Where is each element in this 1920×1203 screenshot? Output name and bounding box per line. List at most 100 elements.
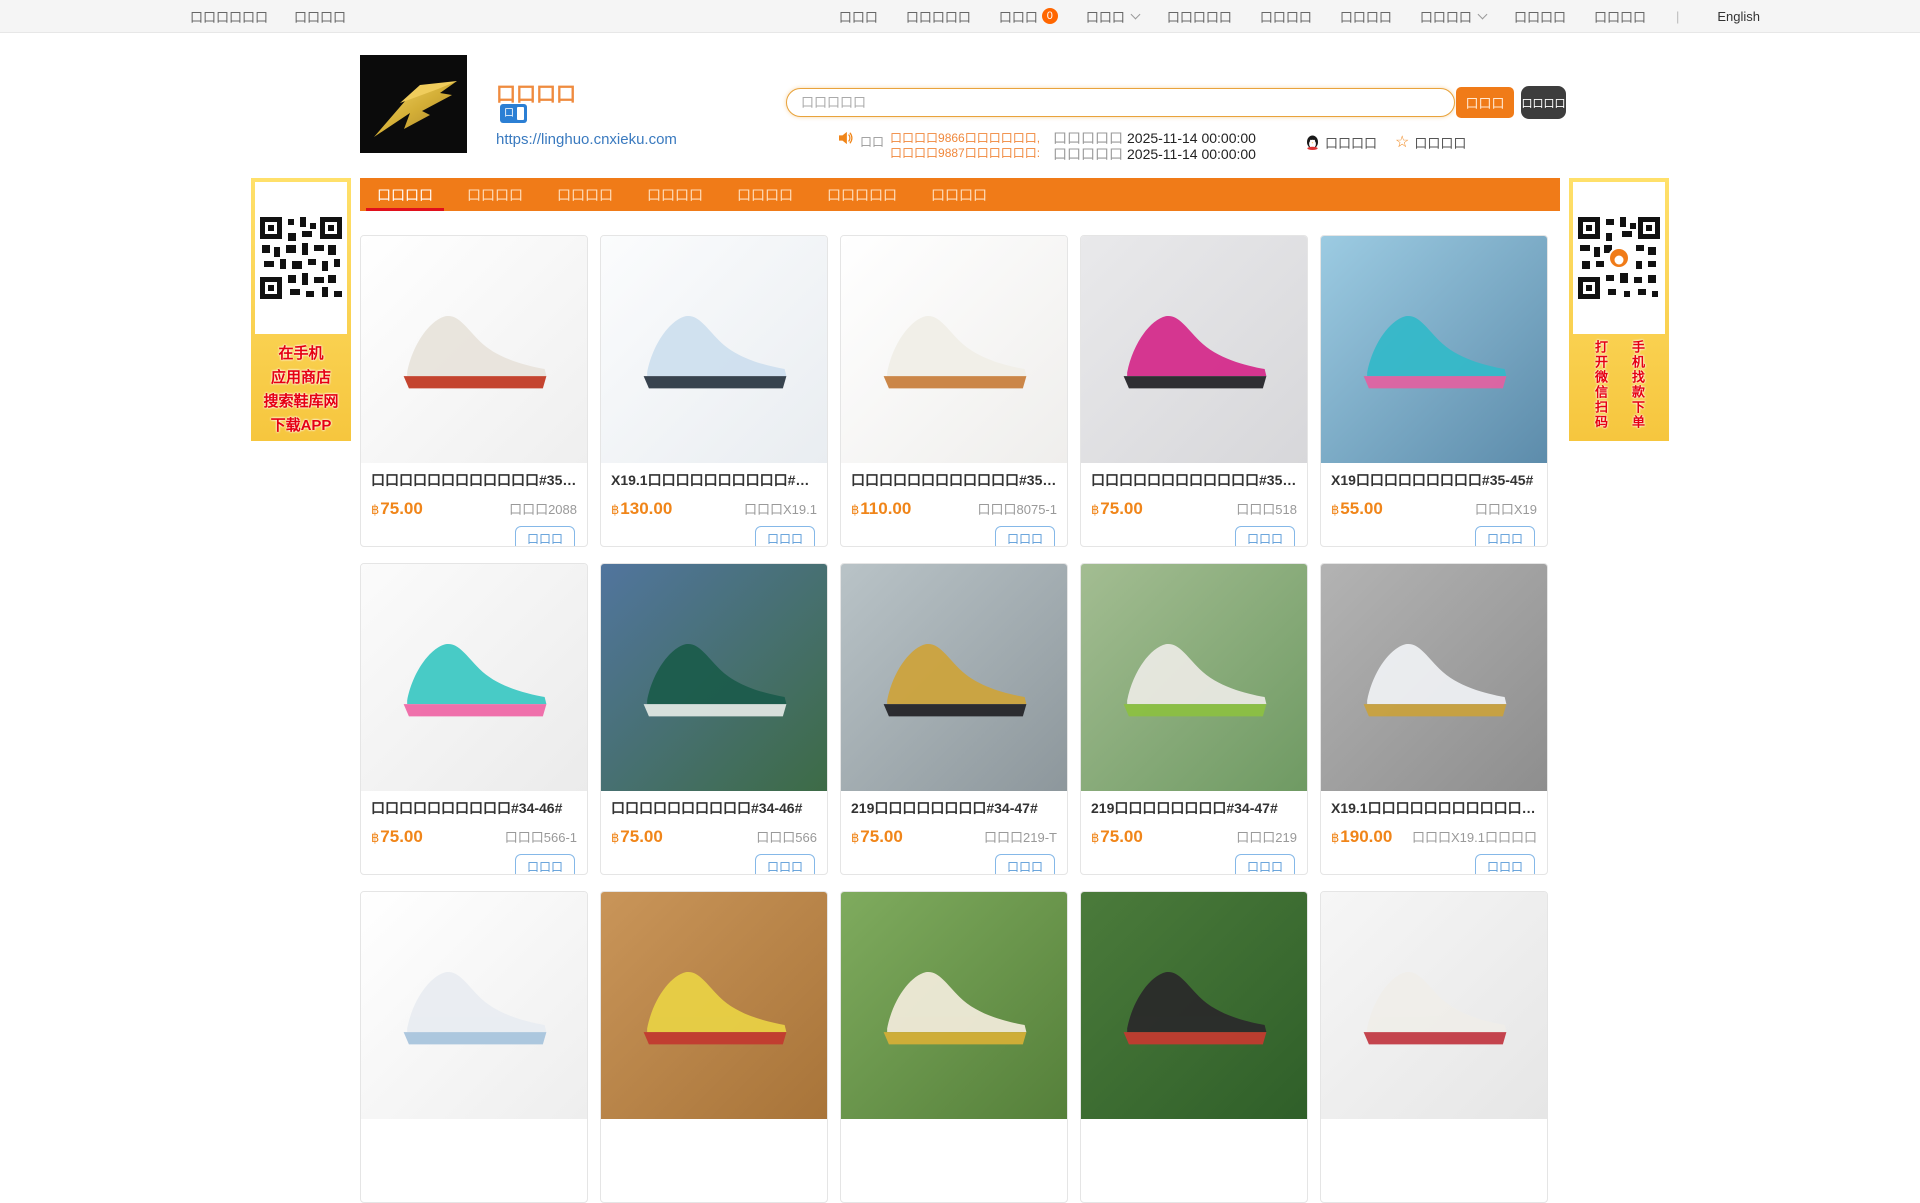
product-card[interactable]: 口口口口口口口口口口口口#35-45# ฿110.00 口口口8075-1 口口… (840, 235, 1068, 547)
product-card[interactable]: X19.1口口口口口口口口口口#34-45# ฿130.00 口口口X19.1 … (600, 235, 828, 547)
product-image[interactable] (1321, 564, 1547, 791)
product-title[interactable]: X19.1口口口口口口口口口口口口口口#口口35-45# #口口… (1331, 798, 1537, 818)
add-to-cart-button[interactable]: 口口口 (515, 526, 575, 547)
product-image[interactable] (1081, 236, 1307, 463)
product-card[interactable] (360, 891, 588, 1203)
price-amount: 75.00 (1100, 499, 1143, 518)
topnav-item[interactable]: 口口口口 (1594, 7, 1646, 26)
product-card[interactable]: 口口口口口口口口口口口口#35-46# ฿75.00 口口口2088 口口口 (360, 235, 588, 547)
product-price (371, 1135, 372, 1155)
nav-tab[interactable]: 口口口口 (720, 178, 810, 211)
topbar-left-links: 口口口口口口 口口口口 (190, 7, 346, 26)
add-to-cart-button[interactable]: 口口口 (755, 526, 815, 547)
price-amount: 110.00 (860, 499, 911, 518)
chevron-down-icon (1130, 10, 1140, 20)
language-switch-english[interactable]: English (1717, 9, 1760, 24)
shoe-illustration (866, 623, 1042, 732)
topnav-item[interactable]: 口口口口 (1514, 7, 1566, 26)
site-url-link[interactable]: https://linghuo.cnxieku.com (496, 131, 677, 148)
topnav-item[interactable]: 口口口口口口 (190, 7, 268, 26)
currency-symbol: ฿ (611, 502, 619, 517)
add-to-cart-button[interactable]: 口口口 (995, 526, 1055, 547)
product-card[interactable]: 口口口口口口口口口口#34-46# ฿75.00 口口口566-1 口口口 (360, 563, 588, 875)
product-price (611, 1135, 612, 1155)
search-button[interactable]: 口口口 (1456, 87, 1514, 118)
nav-tab[interactable]: 口口口口 (450, 178, 540, 211)
topnav-item[interactable]: 口口口 (1086, 7, 1139, 26)
search-input[interactable] (786, 88, 1455, 117)
topnav-label: 口口口口口口 (190, 7, 268, 26)
add-to-cart-button[interactable]: 口口口 (755, 854, 815, 875)
product-image[interactable] (841, 892, 1067, 1119)
site-logo[interactable] (360, 55, 467, 153)
add-to-cart-button[interactable]: 口口口 (995, 854, 1055, 875)
product-info: 口口口口口口口口口口口口#35-45# ฿110.00 口口口8075-1 口口… (841, 463, 1067, 547)
product-image[interactable] (601, 892, 827, 1119)
topnav-item[interactable]: 口口口口 (1420, 7, 1486, 26)
product-card[interactable] (1080, 891, 1308, 1203)
product-image[interactable] (601, 564, 827, 791)
topnav-item[interactable]: 口口口 (839, 7, 878, 26)
product-card[interactable] (600, 891, 828, 1203)
product-card[interactable]: 219口口口口口口口口#34-47# ฿75.00 口口口219-T 口口口 (840, 563, 1068, 875)
topnav-label: 口口口口口 (1167, 7, 1232, 26)
product-info: 口口口口口口口口口口口口#35-46# ฿75.00 口口口2088 口口口 (361, 463, 587, 547)
advanced-search-button[interactable]: 口口口口 (1521, 86, 1566, 119)
product-title[interactable]: 口口口口口口口口口口口口#35-46# (371, 470, 577, 490)
topnav-label: 口口口 (1086, 7, 1125, 26)
nav-tab[interactable]: 口口口口 (630, 178, 720, 211)
shoe-illustration (386, 951, 562, 1060)
add-to-cart-button[interactable]: 口口口 (1475, 526, 1535, 547)
product-image[interactable] (1321, 892, 1547, 1119)
product-title[interactable]: 口口口口口口口口口口#34-46# (371, 798, 577, 818)
product-title[interactable]: X19.1口口口口口口口口口口#34-45# (611, 470, 817, 490)
product-image[interactable] (1081, 892, 1307, 1119)
product-info: 口口口口口口口口口口口口#35-45# ฿75.00 口口口518 口口口 (1081, 463, 1307, 547)
nav-tab[interactable]: 口口口口口 (810, 178, 914, 211)
nav-tab[interactable]: 口口口口 (360, 178, 450, 211)
product-title[interactable]: 219口口口口口口口口#34-47# (1091, 798, 1297, 818)
product-title[interactable]: 219口口口口口口口口#34-47# (851, 798, 1057, 818)
product-image[interactable] (841, 564, 1067, 791)
product-image[interactable] (361, 564, 587, 791)
right-wechat-banner[interactable]: 手机找款下单 打开微信扫码 (1569, 178, 1669, 441)
product-image[interactable] (601, 236, 827, 463)
product-title[interactable]: 口口口口口口口口口口口口#35-45# (1091, 470, 1297, 490)
product-image[interactable] (361, 236, 587, 463)
favorite-link[interactable]: ☆ 口口口口 (1395, 133, 1466, 152)
product-info (601, 1119, 827, 1155)
currency-symbol: ฿ (1091, 830, 1099, 845)
topnav-item[interactable]: 口口口口口 (1167, 7, 1232, 26)
right-banner-col-left: 打开微信扫码 (1591, 340, 1610, 430)
product-card[interactable]: X19.1口口口口口口口口口口口口口口#口口35-45# #口口… ฿190.0… (1320, 563, 1548, 875)
topnav-item[interactable]: 口口口口 (1260, 7, 1312, 26)
product-card[interactable]: X19口口口口口口口口口#35-45# ฿55.00 口口口X19 口口口 (1320, 235, 1548, 547)
product-title[interactable]: 口口口口口口口口口口口口#35-45# (851, 470, 1057, 490)
topbar-right-links: 口口口 口口口口口 口口口 0 口口口 口口口口口 口口口口 口口口口 口口口口 (839, 7, 1760, 26)
product-title[interactable]: 口口口口口口口口口口#34-46# (611, 798, 817, 818)
topnav-item[interactable]: 口口口口 (294, 7, 346, 26)
topnav-item[interactable]: 口口口口 (1340, 7, 1392, 26)
product-image[interactable] (361, 892, 587, 1119)
product-image[interactable] (1321, 236, 1547, 463)
product-card[interactable] (1320, 891, 1548, 1203)
product-title[interactable]: X19口口口口口口口口口#35-45# (1331, 470, 1537, 490)
contact-links: 口口口口 ☆ 口口口口 (1305, 133, 1466, 152)
topnav-item[interactable]: 口口口口口 (906, 7, 971, 26)
product-card[interactable]: 口口口口口口口口口口#34-46# ฿75.00 口口口566 口口口 (600, 563, 828, 875)
product-card[interactable]: 219口口口口口口口口#34-47# ฿75.00 口口口219 口口口 (1080, 563, 1308, 875)
left-app-banner[interactable]: 在手机 应用商店 搜索鞋库网 下载APP (251, 178, 351, 441)
add-to-cart-button[interactable]: 口口口 (1235, 526, 1295, 547)
product-image[interactable] (1081, 564, 1307, 791)
product-card[interactable] (840, 891, 1068, 1203)
nav-tab[interactable]: 口口口口 (914, 178, 1004, 211)
product-image[interactable] (841, 236, 1067, 463)
add-to-cart-button[interactable]: 口口口 (1475, 854, 1535, 875)
nav-tab[interactable]: 口口口口 (540, 178, 630, 211)
language-badge[interactable]: 口 (500, 104, 527, 123)
add-to-cart-button[interactable]: 口口口 (1235, 854, 1295, 875)
product-card[interactable]: 口口口口口口口口口口口口#35-45# ฿75.00 口口口518 口口口 (1080, 235, 1308, 547)
qq-contact[interactable]: 口口口口 (1305, 133, 1377, 152)
add-to-cart-button[interactable]: 口口口 (515, 854, 575, 875)
topnav-item[interactable]: 口口口 0 (999, 7, 1058, 26)
